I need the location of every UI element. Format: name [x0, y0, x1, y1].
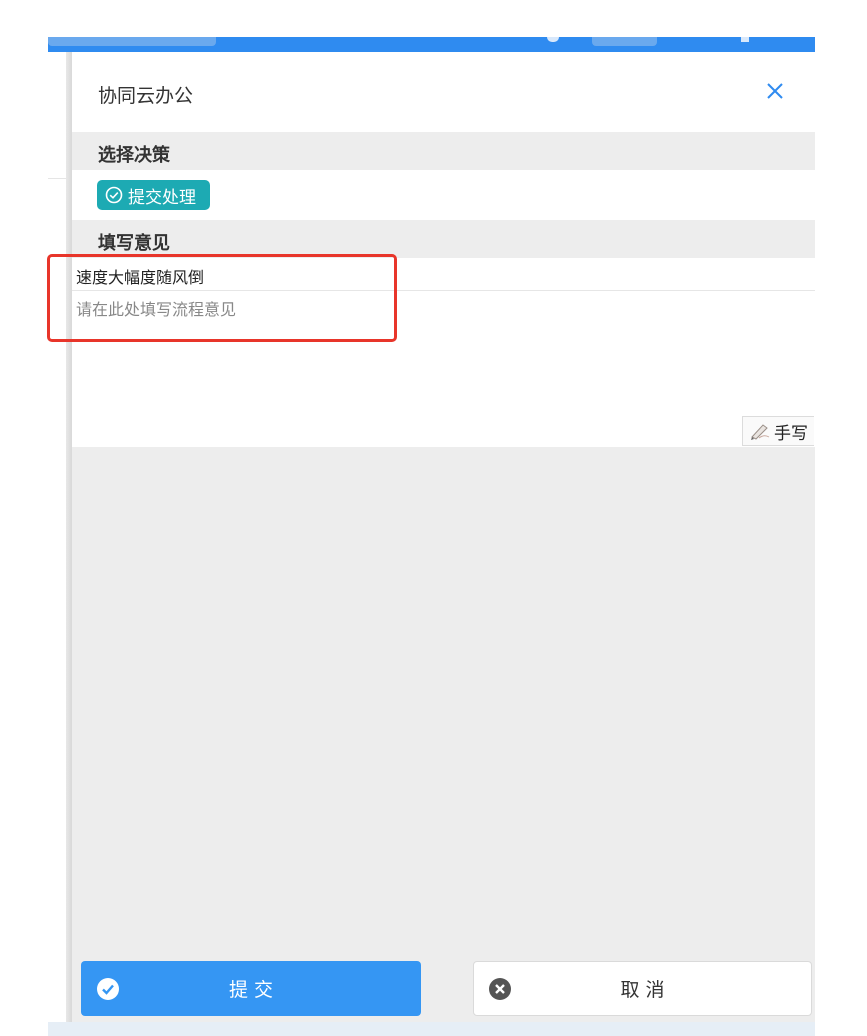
submit-label: 提 交	[228, 979, 274, 1001]
handwrite-button[interactable]: 手写	[742, 416, 814, 446]
decision-option-label: 提交处理	[128, 187, 196, 208]
cancel-button[interactable]: 取 消	[473, 961, 812, 1016]
pen-icon	[749, 422, 771, 440]
cancel-label: 取 消	[620, 979, 665, 1001]
background-divider	[48, 178, 68, 179]
decision-option-submit[interactable]: 提交处理	[97, 180, 210, 210]
dialog-title: 协同云办公	[98, 85, 194, 107]
top-bar-icon[interactable]	[547, 37, 559, 42]
top-bar-icon[interactable]	[741, 37, 749, 42]
opinion-dialog: 协同云办公 选择决策 提交处理 填写意见 速度大幅度随风倒 请在此处填写流程意见…	[72, 52, 815, 1022]
submit-button[interactable]: 提 交	[81, 961, 421, 1016]
top-bar-tab[interactable]	[48, 37, 216, 46]
opinion-quick-input[interactable]: 速度大幅度随风倒	[76, 264, 204, 288]
bottom-strip	[48, 1022, 815, 1036]
decision-section-label: 选择决策	[98, 145, 170, 166]
opinion-section-header: 填写意见	[72, 220, 815, 258]
check-circle-icon	[105, 186, 123, 204]
handwrite-label: 手写	[774, 423, 808, 444]
opinion-divider	[72, 290, 815, 291]
close-icon	[767, 83, 783, 99]
opinion-area: 速度大幅度随风倒 请在此处填写流程意见 手写	[72, 258, 815, 447]
dialog-header: 协同云办公	[72, 52, 815, 132]
close-button[interactable]	[762, 78, 788, 104]
opinion-textarea[interactable]: 请在此处填写流程意见	[76, 296, 236, 320]
app-top-bar	[48, 37, 815, 52]
decision-section-header: 选择决策	[72, 132, 815, 170]
decision-options: 提交处理	[72, 170, 815, 220]
top-bar-tab[interactable]	[592, 37, 657, 46]
opinion-section-label: 填写意见	[98, 233, 170, 254]
